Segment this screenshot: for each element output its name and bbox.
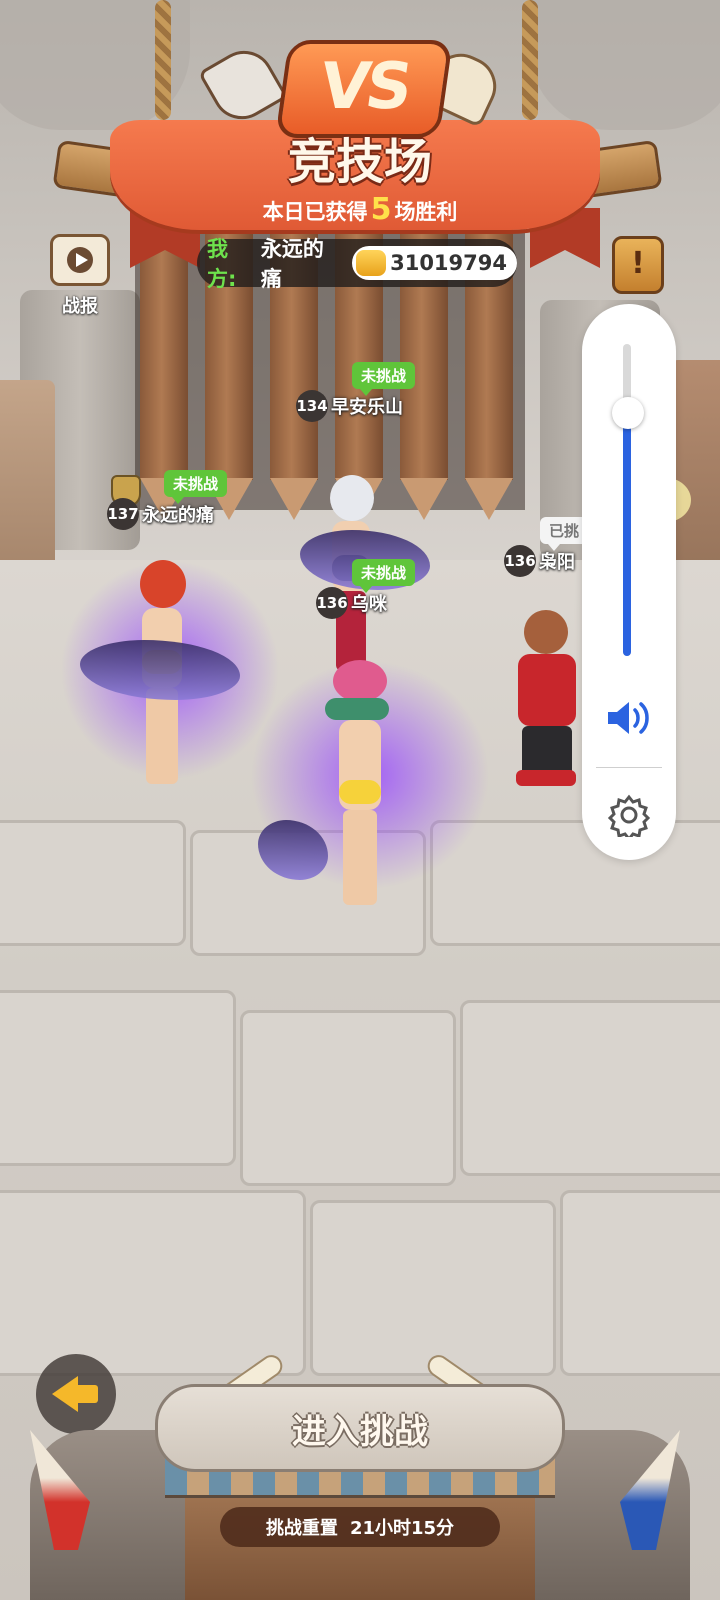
speaker-volume-icon[interactable] <box>604 696 654 740</box>
combat-power-value: 31019794 <box>390 251 507 275</box>
battle-report-button[interactable] <box>50 234 110 286</box>
reset-label: 挑战重置 <box>265 1518 338 1539</box>
volume-slider-thumb[interactable] <box>612 397 644 429</box>
floor-tile <box>0 990 236 1166</box>
panel-divider <box>596 767 662 768</box>
level-badge: 137 <box>107 498 139 530</box>
exclamation-icon[interactable]: ! <box>612 236 664 294</box>
volume-slider[interactable] <box>623 344 631 656</box>
challenge-status-tag: 未挑战 <box>352 362 416 396</box>
floor-tile <box>0 820 186 946</box>
volume-level-fill <box>623 413 631 656</box>
opponent-nameplate[interactable]: 134 早安乐山 <box>296 390 403 422</box>
my-name: 永远的痛 <box>260 237 324 291</box>
gear-icon[interactable] <box>607 793 651 837</box>
opponent-name: 早安乐山 <box>331 397 403 418</box>
level-badge: 134 <box>296 390 328 422</box>
ceiling-stone <box>530 0 720 130</box>
power-icon <box>356 250 387 276</box>
challenge-reset-timer: 挑战重置 21小时15分 <box>220 1507 500 1547</box>
level-badge: 136 <box>316 587 348 619</box>
opponent-character-right[interactable] <box>508 610 588 790</box>
floor-tile <box>310 1200 556 1376</box>
level-badge: 136 <box>504 545 536 577</box>
combat-power-pill: 31019794 <box>352 246 517 280</box>
player-character-main[interactable] <box>315 660 405 910</box>
player-name: 永远的痛 <box>142 505 214 526</box>
opponent-nameplate[interactable]: 136 乌咪 <box>316 587 387 619</box>
floor-tile <box>240 1010 456 1186</box>
challenge-status-tag: 已挑 <box>540 517 589 551</box>
volume-panel <box>582 304 676 860</box>
daily-wins-text: 本日已获得 5 场胜利 <box>0 192 720 227</box>
my-side-label: 我方: <box>207 237 237 291</box>
challenge-status-tag: 未挑战 <box>352 559 416 593</box>
my-side-bar: 我方: 永远的痛 31019794 <box>197 237 517 291</box>
reset-time: 21小时15分 <box>349 1518 455 1539</box>
hanging-rope <box>522 0 538 120</box>
floor-tile <box>460 1000 720 1176</box>
floor-tile <box>430 820 720 946</box>
floor-tile <box>0 1190 306 1376</box>
daily-wins-count: 5 <box>370 192 392 227</box>
back-arrow-icon[interactable] <box>36 1354 116 1434</box>
opponent-name: 枭阳 <box>539 552 575 573</box>
page-title: 竞技场 <box>287 134 432 190</box>
opponent-name: 乌咪 <box>351 594 387 615</box>
hanging-rope <box>155 0 171 120</box>
daily-wins-prefix: 本日已获得 <box>262 200 368 224</box>
challenge-status-tag: 未挑战 <box>164 470 228 504</box>
enter-challenge-label[interactable]: 进入挑战 <box>155 1404 565 1453</box>
battle-report-label[interactable]: 战报 <box>50 292 110 318</box>
opponent-nameplate[interactable]: 136 枭阳 <box>504 545 575 577</box>
floor-tile <box>560 1190 720 1376</box>
daily-wins-suffix: 场胜利 <box>394 200 458 224</box>
player-nameplate[interactable]: 137 永远的痛 <box>107 498 214 530</box>
